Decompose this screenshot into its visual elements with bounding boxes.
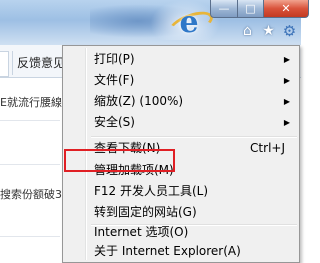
- menu-item-shortcut: Ctrl+J: [250, 141, 285, 155]
- maximize-button[interactable]: □: [238, 0, 264, 18]
- star-icon[interactable]: ★: [261, 24, 276, 39]
- menu-item-manage-addons[interactable]: 管理加载项(M): [65, 160, 297, 181]
- menu-item-pinned-sites[interactable]: 转到固定的网站(G): [65, 202, 297, 223]
- menu-item-print[interactable]: 打印(P) ▶: [65, 49, 297, 70]
- window-caption-buttons: — □ ✕: [210, 0, 309, 18]
- menu-item-label: 打印(P): [94, 52, 135, 66]
- gear-icon[interactable]: ⚙: [282, 24, 297, 39]
- menu-item-label: 关于 Internet Explorer(A): [94, 244, 241, 258]
- submenu-arrow-icon: ▶: [283, 97, 290, 106]
- menu-item-label: 文件(F): [94, 73, 135, 87]
- home-icon[interactable]: ⌂: [240, 24, 255, 39]
- close-button[interactable]: ✕: [264, 0, 309, 18]
- submenu-arrow-icon: ▶: [283, 55, 290, 64]
- tab-previous[interactable]: [0, 51, 9, 77]
- menu-item-label: 查看下载(N): [94, 141, 161, 155]
- menu-item-label: 转到固定的网站(G): [94, 205, 197, 219]
- menu-item-f12-tools[interactable]: F12 开发人员工具(L): [65, 181, 297, 202]
- menu-item-file[interactable]: 文件(F) ▶: [65, 70, 297, 91]
- menu-item-about-ie[interactable]: 关于 Internet Explorer(A): [65, 241, 297, 262]
- menu-item-internet-options[interactable]: Internet 选项(O): [65, 222, 297, 243]
- menu-item-label: F12 开发人员工具(L): [94, 184, 209, 198]
- menu-item-zoom[interactable]: 缩放(Z) (100%) ▶: [65, 91, 297, 112]
- divider: [0, 120, 60, 121]
- menu-item-label: 安全(S): [94, 115, 135, 129]
- toolbar-icons: ⌂ ★ ⚙: [240, 24, 297, 39]
- menu-item-label: 缩放(Z) (100%): [94, 94, 184, 108]
- menu-item-view-downloads[interactable]: 查看下载(N) Ctrl+J: [65, 138, 297, 159]
- ie-logo-icon: e: [179, 5, 199, 40]
- page-text-line: 搜索份额破30: [0, 188, 69, 201]
- submenu-arrow-icon: ▶: [283, 76, 290, 85]
- menu-item-label: 管理加载项(M): [94, 163, 174, 177]
- minimize-button[interactable]: —: [210, 0, 238, 18]
- menu-item-safety[interactable]: 安全(S) ▶: [65, 112, 297, 133]
- divider: [0, 164, 60, 165]
- tools-menu: 打印(P) ▶ 文件(F) ▶ 缩放(Z) (100%) ▶ 安全(S) ▶ 查…: [62, 45, 300, 263]
- tab-feedback[interactable]: 反馈意见: [12, 51, 69, 75]
- divider: [0, 236, 60, 237]
- menu-item-label: Internet 选项(O): [94, 225, 189, 239]
- submenu-arrow-icon: ▶: [283, 118, 290, 127]
